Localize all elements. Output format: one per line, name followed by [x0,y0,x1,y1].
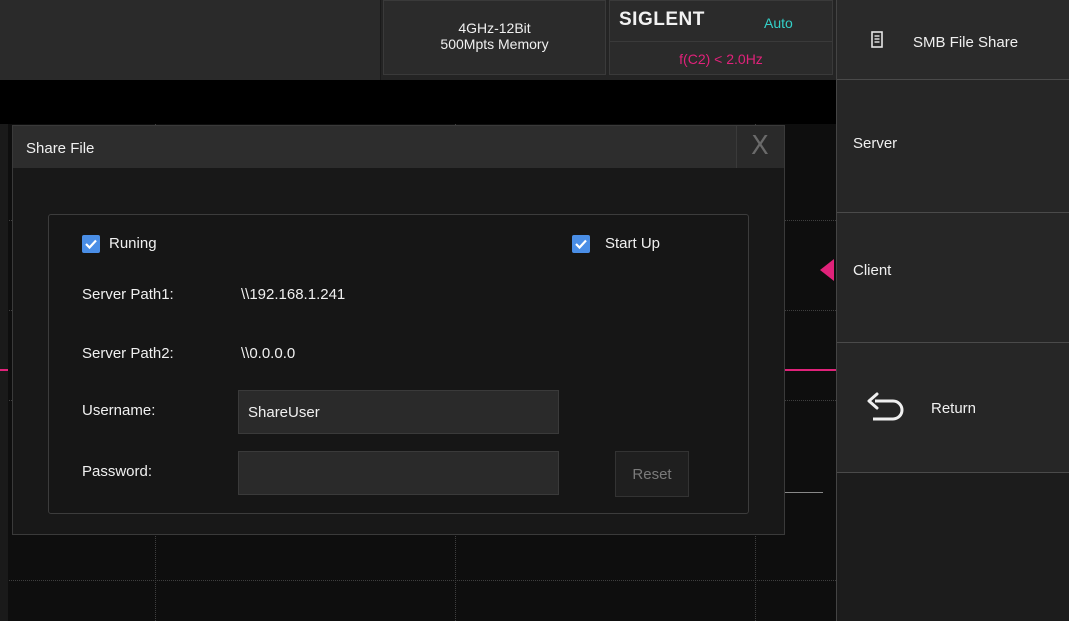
startup-checkbox[interactable] [572,235,590,253]
close-icon: X [751,131,769,161]
menu-item-label: Return [931,400,977,417]
channel-trace [785,369,836,371]
axis-tick [783,492,823,493]
menu-empty-slot [837,473,1069,621]
password-input[interactable] [238,451,559,495]
startup-label: Start Up [605,235,661,252]
dialog-title-bar[interactable]: Share File X [13,126,784,168]
password-label: Password: [82,463,153,480]
close-button[interactable]: X [736,126,784,168]
username-label: Username: [82,402,156,419]
divider [610,41,832,42]
server-path2-value: \\0.0.0.0 [241,345,296,362]
brand-logo: SIGLENT [619,9,705,30]
spec-box: 4GHz-12Bit 500Mpts Memory [383,0,606,75]
channel-trace [0,369,8,371]
document-icon [871,31,883,48]
settings-group: Runing Start Up Server Path1: \\192.168.… [48,214,749,514]
trigger-condition: f(C2) < 2.0Hz [679,51,763,67]
spec-line-memory: 500Mpts Memory [440,36,549,52]
share-file-dialog: Share File X Runing Start Up Server Path… [12,125,785,535]
running-checkbox[interactable] [82,235,100,253]
left-edge [0,124,8,621]
menu-title-label: SMB File Share [913,34,1019,51]
menu-item-server[interactable]: Server [837,80,1069,213]
checkmark-icon [575,239,587,250]
trigger-mode: Auto [764,15,793,31]
top-bar-empty-area [0,0,381,80]
spec-line-bandwidth: 4GHz-12Bit [458,20,531,36]
menu-title: SMB File Share [837,0,1069,80]
trigger-box[interactable]: SIGLENT Auto f(C2) < 2.0Hz [609,0,833,75]
menu-item-label: Client [853,262,892,279]
channel-marker-icon[interactable] [820,259,834,281]
server-path2-label: Server Path2: [82,345,174,362]
username-input[interactable] [238,390,559,434]
menu-item-label: Server [853,135,898,152]
side-menu: SMB File Share Server Client Return [836,0,1069,621]
menu-item-return[interactable]: Return [837,343,1069,473]
top-status-bar: 4GHz-12Bit 500Mpts Memory SIGLENT Auto f… [0,0,836,80]
black-band [0,80,836,124]
return-arrow-icon [867,392,904,421]
reset-button[interactable]: Reset [615,451,689,497]
checkmark-icon [85,239,97,250]
menu-item-client[interactable]: Client [837,213,1069,343]
running-label: Runing [109,235,157,252]
server-path1-value: \\192.168.1.241 [241,286,346,303]
dialog-title: Share File [26,140,95,157]
grid-line [0,580,836,581]
server-path1-label: Server Path1: [82,286,174,303]
